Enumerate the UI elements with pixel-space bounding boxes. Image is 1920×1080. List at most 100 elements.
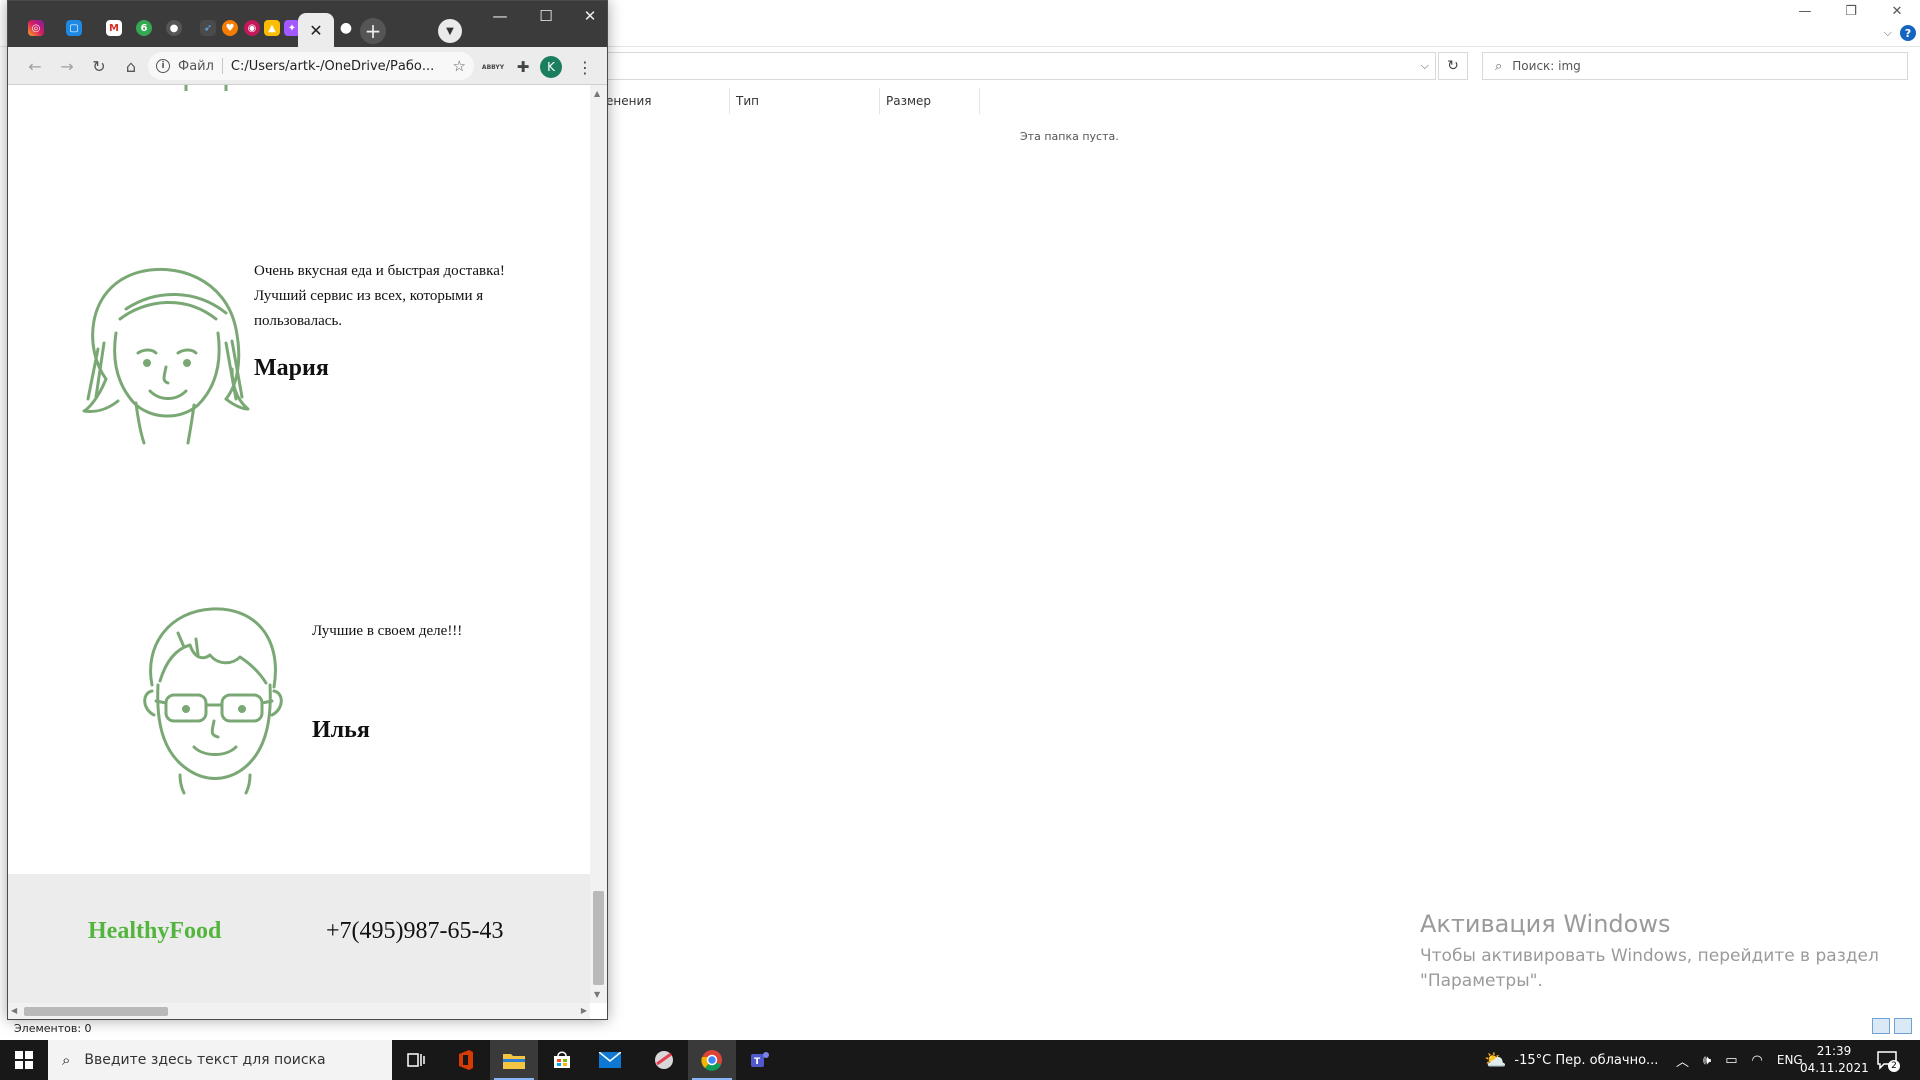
clock-date: 04.11.2021	[1800, 1061, 1869, 1075]
task-view-icon[interactable]	[392, 1040, 440, 1080]
activation-line-1: Чтобы активировать Windows, перейдите в …	[1420, 946, 1879, 966]
info-icon[interactable]: i	[156, 59, 170, 73]
vertical-scroll-thumb[interactable]	[593, 891, 604, 985]
svg-text:T: T	[754, 1057, 761, 1067]
review-card-maria: Очень вкусная еда и быстрая доставка! Лу…	[76, 259, 576, 449]
weather-widget[interactable]: ⛅ -15°C Пер. облачно...	[1484, 1040, 1658, 1080]
large-icons-view-icon[interactable]	[1894, 1018, 1912, 1034]
partly-cloudy-icon: ⛅	[1484, 1049, 1507, 1071]
review-quote-line: пользовалась.	[254, 313, 343, 329]
review-quote-line: Лучшие в своем деле!!!	[312, 623, 463, 639]
chrome-window: ◎ ▢ M 6 ● ➶ ♥ ◉ ▲ ✦ ✕ ● + ▼ — ☐ ✕ ← → ↻ …	[7, 0, 608, 1020]
omnibox-separator	[221, 58, 223, 74]
gmail-icon[interactable]: M	[106, 20, 122, 36]
activation-title: Активация Windows	[1420, 910, 1671, 938]
review-author-maria: Мария	[254, 355, 329, 381]
woman-avatar-illustration	[82, 268, 250, 445]
instagram-icon[interactable]: ◎	[28, 20, 44, 36]
microsoft-store-icon[interactable]	[538, 1040, 586, 1080]
home-icon[interactable]: ⌂	[120, 55, 142, 77]
column-header-size[interactable]: Размер	[880, 88, 980, 114]
rocket-icon[interactable]: ➶	[200, 20, 216, 36]
teams-icon[interactable]: T	[736, 1040, 784, 1080]
column-header-type[interactable]: Тип	[730, 88, 880, 114]
heart-icon[interactable]: ♥	[222, 20, 238, 36]
windows-logo-icon	[15, 1051, 33, 1069]
clipped-illustration-remnant	[184, 85, 228, 91]
mail-icon[interactable]	[586, 1040, 634, 1080]
scroll-up-arrow-icon[interactable]: ▲	[594, 89, 600, 98]
chrome-icon[interactable]	[688, 1040, 736, 1080]
extensions-puzzle-icon[interactable]: ✚	[512, 56, 534, 78]
volume-icon[interactable]: 🕪	[1703, 1053, 1711, 1068]
new-tab-button[interactable]: +	[360, 18, 386, 44]
browser-toolbar: ← → ↻ ⌂ i Файл C:/Users/artk-/OneDrive/Р…	[8, 47, 607, 85]
url-text[interactable]: C:/Users/artk-/OneDrive/Рабо...	[231, 59, 447, 74]
counter-icon[interactable]: 6	[136, 20, 152, 36]
close-icon[interactable]: ✕	[570, 5, 610, 27]
start-button[interactable]	[0, 1040, 48, 1080]
file-explorer-icon[interactable]	[490, 1040, 538, 1080]
address-bar[interactable]: i Файл C:/Users/artk-/OneDrive/Рабо... ☆	[148, 52, 474, 80]
github-icon[interactable]: ●	[338, 20, 354, 36]
forward-arrow-icon[interactable]: →	[56, 55, 78, 77]
explorer-status-bar: Элементов: 0	[14, 1022, 92, 1035]
camera-icon[interactable]: ◉	[244, 20, 260, 36]
explorer-search-box[interactable]: ⌕ Поиск: img	[1482, 52, 1908, 80]
messenger-icon[interactable]: ▢	[66, 20, 82, 36]
profile-avatar[interactable]: K	[540, 56, 562, 78]
scroll-right-arrow-icon[interactable]: ▶	[581, 1006, 587, 1015]
chevron-down-icon[interactable]: ⌵	[1421, 59, 1429, 73]
scroll-down-arrow-icon[interactable]: ▼	[594, 990, 600, 999]
column-header-modified[interactable]: енения	[600, 88, 730, 114]
dot-tab-icon[interactable]: ●	[166, 20, 182, 36]
weather-text: -15°C Пер. облачно...	[1514, 1052, 1659, 1068]
reload-icon[interactable]: ↻	[88, 55, 110, 77]
taskbar-search-box[interactable]: ⌕ Введите здесь текст для поиска	[48, 1040, 392, 1080]
windows-taskbar: ⌕ Введите здесь текст для поиска T ⛅ -15…	[0, 1040, 1920, 1080]
maximize-icon[interactable]: ☐	[526, 5, 566, 27]
horizontal-scroll-thumb[interactable]	[24, 1007, 168, 1016]
review-quote-line: Очень вкусная еда и быстрая доставка!	[254, 263, 505, 279]
bookmark-star-icon[interactable]: ☆	[453, 57, 466, 75]
tab-search-icon[interactable]: ▼	[438, 19, 462, 43]
drive-icon[interactable]: ▲	[264, 20, 280, 36]
wifi-icon[interactable]: ◠	[1752, 1053, 1763, 1068]
language-indicator[interactable]: ENG	[1777, 1053, 1803, 1067]
notification-count-badge: 2	[1888, 1060, 1900, 1072]
system-tray: ︿ 🕪 ▭ ◠ ENG	[1676, 1040, 1803, 1080]
close-icon[interactable]: ✕	[1874, 0, 1920, 22]
back-arrow-icon[interactable]: ←	[24, 55, 46, 77]
vertical-scrollbar[interactable]: ▲ ▼	[590, 85, 607, 1003]
minimize-icon[interactable]: —	[1782, 0, 1828, 22]
activation-line-2: "Параметры".	[1420, 971, 1543, 991]
notification-center-icon[interactable]: 2	[1874, 1048, 1900, 1072]
ribbon-toggle-icon[interactable]: ⌵	[1884, 26, 1892, 40]
footer-brand[interactable]: HealthyFood	[88, 918, 221, 945]
restore-icon[interactable]: ❐	[1828, 0, 1874, 22]
empty-folder-text: Эта папка пуста.	[1020, 130, 1119, 143]
active-tab-close-icon[interactable]: ✕	[298, 13, 334, 47]
search-icon: ⌕	[62, 1051, 71, 1069]
minimize-icon[interactable]: —	[480, 5, 520, 27]
footer-phone[interactable]: +7(495)987-65-43	[326, 918, 504, 945]
menu-dots-icon[interactable]: ⋮	[577, 56, 593, 78]
review-card-ilya: Лучшие в своем деле!!! Илья	[140, 605, 580, 795]
help-icon[interactable]: ?	[1900, 25, 1916, 41]
battery-icon[interactable]: ▭	[1725, 1053, 1737, 1068]
explorer-address-bar[interactable]: ⌵	[600, 52, 1436, 80]
abbyy-extension-icon[interactable]: ABBYY	[482, 56, 504, 78]
details-view-icon[interactable]	[1872, 1018, 1890, 1034]
horizontal-scrollbar[interactable]: ◀ ▶	[8, 1003, 590, 1019]
review-quote-line: Лучший сервис из всех, которыми я	[254, 288, 484, 304]
explorer-search-placeholder: Поиск: img	[1512, 59, 1581, 73]
snip-sketch-icon[interactable]	[640, 1040, 688, 1080]
explorer-caption-buttons: — ❐ ✕	[1782, 0, 1920, 22]
scroll-left-arrow-icon[interactable]: ◀	[11, 1006, 17, 1015]
refresh-icon[interactable]: ↻	[1438, 52, 1468, 80]
office-icon[interactable]	[442, 1040, 490, 1080]
chevron-up-icon[interactable]: ︿	[1676, 1051, 1689, 1070]
review-author-ilya: Илья	[312, 717, 370, 743]
clock-time: 21:39	[1816, 1044, 1852, 1058]
taskbar-clock[interactable]: 21:39 04.11.2021	[1800, 1043, 1869, 1077]
